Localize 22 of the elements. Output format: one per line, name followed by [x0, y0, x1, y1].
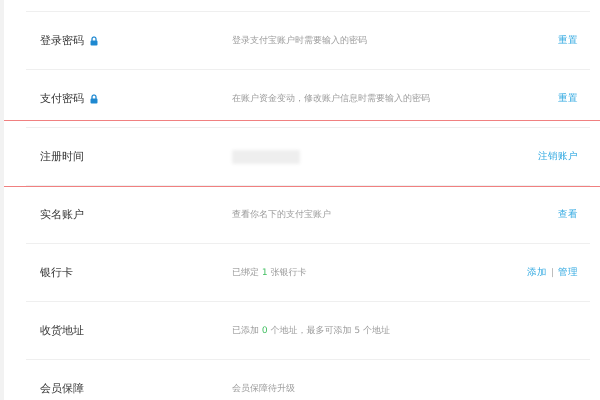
row-label: 实名账户	[40, 207, 84, 222]
row-label: 支付密码	[40, 91, 84, 106]
action-link[interactable]: 重置	[558, 92, 578, 105]
lock-icon	[90, 36, 98, 46]
row-description: 已绑定 1 张银行卡	[232, 266, 306, 279]
action-link[interactable]: 添加	[526, 266, 547, 279]
row-label: 登录密码	[40, 33, 84, 48]
row-description: 登录支付宝账户时需要输入的密码	[232, 34, 367, 47]
row-label: 注册时间	[40, 149, 84, 164]
action-link[interactable]: 查看	[558, 208, 578, 221]
action-link[interactable]: 注销账户	[538, 150, 578, 163]
row-label: 银行卡	[40, 265, 73, 280]
row-description: 查看你名下的支付宝账户	[232, 208, 331, 221]
row-description: 已添加 0 个地址，最多可添加 5 个地址	[232, 324, 390, 337]
row-label: 收货地址	[40, 323, 84, 338]
row-label: 会员保障	[40, 381, 84, 396]
row-description: 在账户资金变动，修改账户信息时需要输入的密码	[232, 92, 430, 105]
action-link[interactable]: 重置	[558, 34, 578, 47]
lock-icon	[90, 94, 98, 104]
separator: |	[550, 268, 554, 278]
action-link[interactable]: 管理	[558, 266, 578, 279]
row-description: 会员保障待升级	[232, 382, 295, 395]
